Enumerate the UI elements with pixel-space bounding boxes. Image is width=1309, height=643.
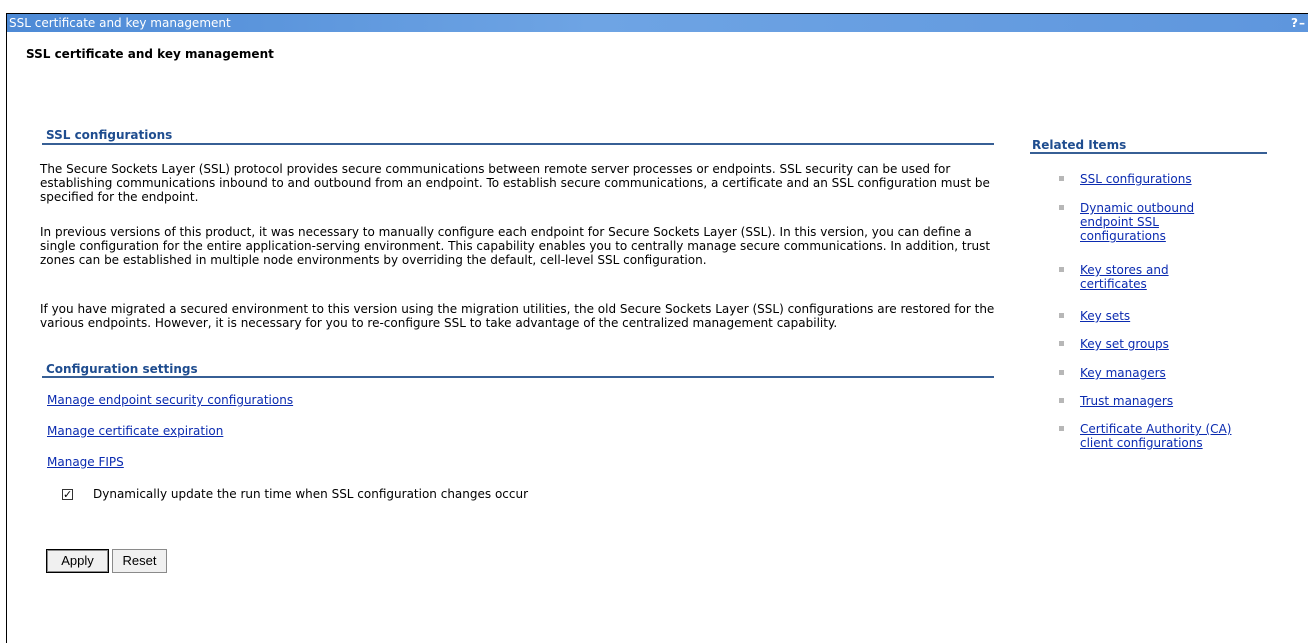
manage-fips-link[interactable]: Manage FIPS [47,455,124,469]
minimize-icon[interactable]: – [1299,16,1307,30]
related-link-dynamic-outbound[interactable]: Dynamic outbound endpoint SSL configurat… [1080,201,1230,243]
bullet-icon [1059,176,1064,181]
window-titlebar: SSL certificate and key management ? – [7,14,1308,32]
configuration-settings-heading: Configuration settings [46,362,198,376]
bullet-icon [1059,267,1064,272]
bullet-icon [1059,341,1064,346]
related-link-key-set-groups[interactable]: Key set groups [1080,337,1250,351]
related-link-trust-managers[interactable]: Trust managers [1080,394,1250,408]
help-icon[interactable]: ? [1291,14,1298,32]
apply-button[interactable]: Apply [46,549,109,573]
ssl-paragraph-1: The Secure Sockets Layer (SSL) protocol … [40,162,990,204]
related-link-key-stores[interactable]: Key stores and certificates [1080,263,1220,291]
related-link-key-sets[interactable]: Key sets [1080,309,1250,323]
related-link-ssl-configurations[interactable]: SSL configurations [1080,172,1250,186]
dynamic-update-checkbox[interactable]: ✓ [62,489,73,500]
ssl-configurations-heading: SSL configurations [46,128,173,142]
page-title: SSL certificate and key management [26,47,274,61]
bullet-icon [1059,205,1064,210]
configuration-settings-rule [42,376,994,378]
bullet-icon [1059,313,1064,318]
dynamic-update-label: Dynamically update the run time when SSL… [93,487,529,501]
ssl-configurations-rule [42,143,994,145]
bullet-icon [1059,370,1064,375]
bullet-icon [1059,426,1064,431]
bullet-icon [1059,398,1064,403]
ssl-paragraph-3: If you have migrated a secured environme… [40,302,995,330]
manage-certificate-expiration-link[interactable]: Manage certificate expiration [47,424,223,438]
related-link-key-managers[interactable]: Key managers [1080,366,1250,380]
related-items-rule [1030,152,1267,154]
manage-endpoint-security-link[interactable]: Manage endpoint security configurations [47,393,293,407]
ssl-paragraph-2: In previous versions of this product, it… [40,225,991,267]
window-title: SSL certificate and key management [9,16,231,30]
related-link-certificate-authority[interactable]: Certificate Authority (CA) client config… [1080,422,1240,450]
related-items-heading: Related Items [1032,138,1127,152]
reset-button[interactable]: Reset [112,549,167,573]
